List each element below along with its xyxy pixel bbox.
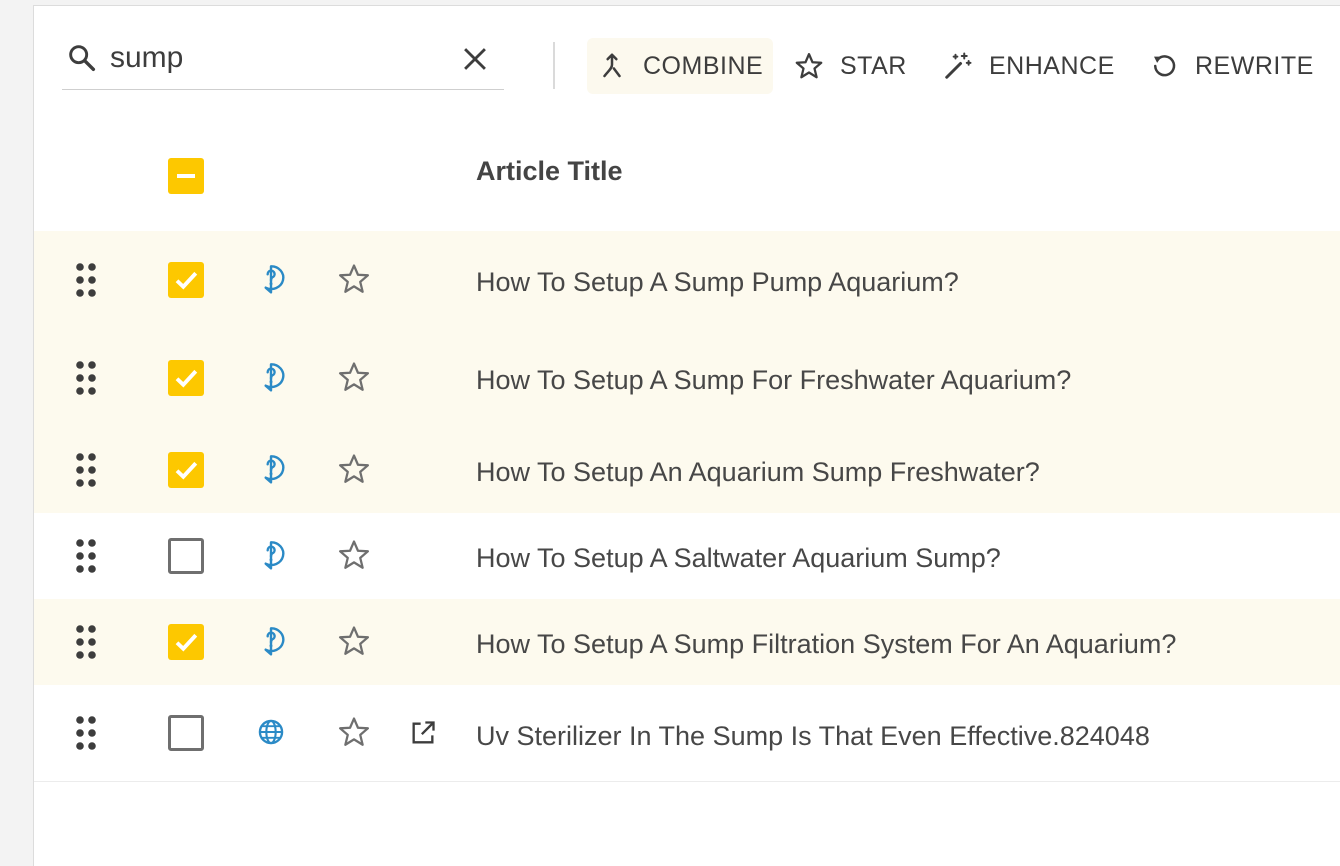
article-title[interactable]: How To Setup A Saltwater Aquarium Sump? bbox=[476, 543, 1001, 574]
article-title[interactable]: Uv Sterilizer In The Sump Is That Even E… bbox=[476, 721, 1150, 752]
table-bottom-divider bbox=[34, 781, 1340, 782]
star-outline-icon[interactable] bbox=[337, 360, 371, 394]
article-title[interactable]: How To Setup A Sump Pump Aquarium? bbox=[476, 267, 959, 298]
globe-icon bbox=[258, 719, 284, 745]
combine-label: COMBINE bbox=[643, 51, 764, 80]
drag-handle-icon[interactable] bbox=[74, 625, 98, 659]
table-header: Article Title bbox=[34, 128, 1340, 228]
drag-handle-icon[interactable] bbox=[74, 716, 98, 750]
drag-handle-icon[interactable] bbox=[74, 263, 98, 297]
star-label: STAR bbox=[840, 51, 907, 80]
question-bubble-icon bbox=[264, 541, 285, 570]
article-title[interactable]: How To Setup An Aquarium Sump Freshwater… bbox=[476, 457, 1040, 488]
row-checkbox[interactable] bbox=[168, 715, 204, 751]
drag-handle-icon[interactable] bbox=[74, 361, 98, 395]
clear-search-icon[interactable] bbox=[458, 42, 492, 76]
rotate-left-icon bbox=[1154, 55, 1176, 77]
combine-button[interactable]: COMBINE bbox=[587, 38, 774, 94]
table-row[interactable]: How To Setup A Sump Pump Aquarium? bbox=[34, 231, 1340, 331]
checkmark-icon bbox=[175, 461, 198, 480]
table-row[interactable]: How To Setup A Sump For Freshwater Aquar… bbox=[34, 331, 1340, 428]
enhance-label: ENHANCE bbox=[989, 51, 1115, 80]
search-icon bbox=[69, 45, 96, 72]
external-link-icon[interactable] bbox=[409, 719, 437, 747]
toolbar-divider bbox=[553, 42, 555, 89]
question-bubble-icon bbox=[264, 627, 285, 656]
drag-handle-icon[interactable] bbox=[74, 453, 98, 487]
row-checkbox[interactable] bbox=[168, 262, 204, 298]
enhance-button[interactable]: ENHANCE bbox=[943, 38, 1115, 94]
rewrite-label: REWRITE bbox=[1195, 51, 1314, 80]
table-row[interactable]: How To Setup A Saltwater Aquarium Sump? bbox=[34, 513, 1340, 599]
row-checkbox[interactable] bbox=[168, 452, 204, 488]
rewrite-button[interactable]: REWRITE bbox=[1149, 38, 1314, 94]
question-bubble-icon bbox=[264, 363, 285, 392]
checkmark-icon bbox=[175, 633, 198, 652]
row-checkbox[interactable] bbox=[168, 538, 204, 574]
star-outline-icon[interactable] bbox=[337, 262, 371, 296]
select-all-checkbox[interactable] bbox=[168, 158, 204, 194]
checkmark-icon bbox=[175, 369, 198, 388]
star-button[interactable]: STAR bbox=[794, 38, 907, 94]
star-outline-icon[interactable] bbox=[337, 624, 371, 658]
merge-icon bbox=[603, 53, 621, 78]
row-checkbox[interactable] bbox=[168, 360, 204, 396]
table-row[interactable]: How To Setup A Sump Filtration System Fo… bbox=[34, 599, 1340, 685]
magic-wand-icon bbox=[945, 52, 972, 79]
article-title[interactable]: How To Setup A Sump Filtration System Fo… bbox=[476, 629, 1176, 660]
star-outline-icon[interactable] bbox=[337, 538, 371, 572]
table-row[interactable]: Uv Sterilizer In The Sump Is That Even E… bbox=[34, 685, 1340, 781]
table-row[interactable]: How To Setup An Aquarium Sump Freshwater… bbox=[34, 428, 1340, 513]
star-outline-icon[interactable] bbox=[337, 715, 371, 749]
article-title[interactable]: How To Setup A Sump For Freshwater Aquar… bbox=[476, 365, 1071, 396]
article-list-panel: COMBINE STAR ENHANCE REWRITE Article Tit… bbox=[33, 5, 1340, 866]
question-bubble-icon bbox=[264, 455, 285, 484]
row-checkbox[interactable] bbox=[168, 624, 204, 660]
column-header-article-title: Article Title bbox=[476, 156, 623, 186]
star-outline-icon bbox=[795, 53, 823, 79]
drag-handle-icon[interactable] bbox=[74, 539, 98, 573]
question-bubble-icon bbox=[264, 265, 285, 294]
star-outline-icon[interactable] bbox=[337, 452, 371, 486]
checkmark-icon bbox=[175, 271, 198, 290]
search-input[interactable] bbox=[110, 38, 440, 78]
search-box bbox=[62, 34, 504, 90]
